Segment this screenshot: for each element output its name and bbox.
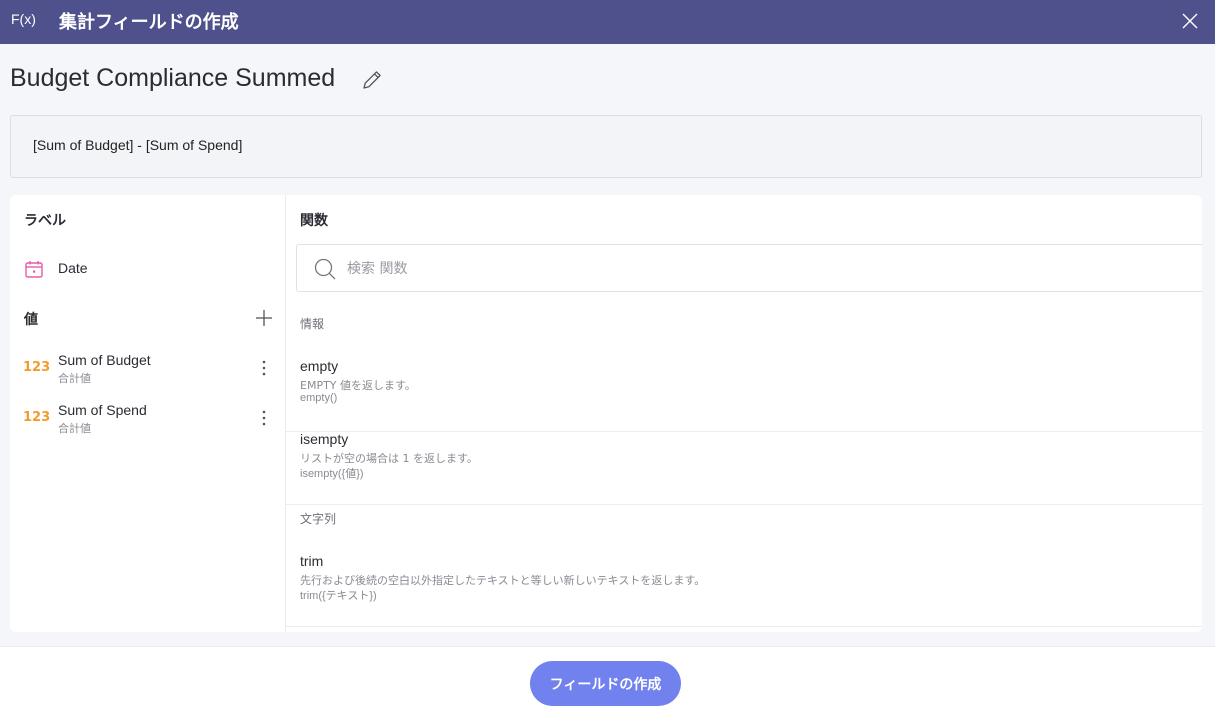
field-name: Budget Compliance Summed xyxy=(10,64,336,92)
value-item-aggregation: 合計値 xyxy=(58,422,91,435)
create-field-button[interactable]: フィールドの作成 xyxy=(530,661,681,706)
category-text: 文字列 xyxy=(300,512,337,526)
fields-list: ラベル Date 値 123 Sum of Budget 合計値 123 Sum… xyxy=(10,195,285,632)
function-signature: isempty({値}) xyxy=(300,468,364,480)
function-item-trim[interactable]: trim 先行および後続の空白以外指定したテキストと等しい新しいテキストを返しま… xyxy=(286,553,1202,627)
function-description: EMPTY 値を返します。 xyxy=(300,379,416,392)
function-name: trim xyxy=(300,553,324,569)
fields-and-functions-panel: ラベル Date 値 123 Sum of Budget 合計値 123 Sum… xyxy=(10,195,1202,632)
function-search[interactable] xyxy=(296,244,1202,292)
numeric-type-icon: 123 xyxy=(23,360,51,375)
close-icon[interactable] xyxy=(1179,10,1201,32)
function-signature: trim({テキスト}) xyxy=(300,590,377,602)
function-name: empty xyxy=(300,358,339,374)
label-item-name: Date xyxy=(58,260,88,276)
functions-list: 関数 情報 empty EMPTY 値を返します。 empty() isempt… xyxy=(286,195,1202,632)
calendar-icon xyxy=(25,261,43,278)
category-info: 情報 xyxy=(300,317,325,331)
functions-heading: 関数 xyxy=(300,213,328,229)
plus-icon[interactable] xyxy=(254,308,274,328)
function-item-isempty[interactable]: isempty リストが空の場合は 1 を返します。 isempty({値}) xyxy=(286,431,1202,505)
formula-editor[interactable]: [Sum of Budget] - [Sum of Spend] xyxy=(10,115,1202,178)
label-item-date[interactable]: Date xyxy=(10,253,285,283)
value-item-sum-of-spend[interactable]: 123 Sum of Spend 合計値 xyxy=(10,398,285,438)
value-item-name: Sum of Spend xyxy=(58,402,147,418)
value-item-name: Sum of Budget xyxy=(58,352,151,368)
pencil-icon[interactable] xyxy=(360,68,384,92)
title-bar: F(x) 集計フィールドの作成 xyxy=(0,0,1215,44)
function-item-empty[interactable]: empty EMPTY 値を返します。 empty() xyxy=(286,358,1202,432)
formula-text: [Sum of Budget] - [Sum of Spend] xyxy=(33,137,243,153)
search-input[interactable] xyxy=(347,257,847,281)
fx-icon: F(x) xyxy=(11,11,36,27)
function-signature: empty() xyxy=(300,392,338,404)
labels-heading: ラベル xyxy=(24,213,66,229)
numeric-type-icon: 123 xyxy=(23,410,51,425)
search-icon xyxy=(314,258,336,280)
dialog-title: 集計フィールドの作成 xyxy=(59,12,239,33)
values-heading: 値 xyxy=(24,312,38,328)
function-description: リストが空の場合は 1 を返します。 xyxy=(300,452,478,465)
function-name: isempty xyxy=(300,431,349,447)
function-description: 先行および後続の空白以外指定したテキストと等しい新しいテキストを返します。 xyxy=(300,574,706,587)
value-item-aggregation: 合計値 xyxy=(58,372,91,385)
more-options-icon[interactable] xyxy=(254,408,274,428)
value-item-sum-of-budget[interactable]: 123 Sum of Budget 合計値 xyxy=(10,348,285,388)
more-options-icon[interactable] xyxy=(254,358,274,378)
